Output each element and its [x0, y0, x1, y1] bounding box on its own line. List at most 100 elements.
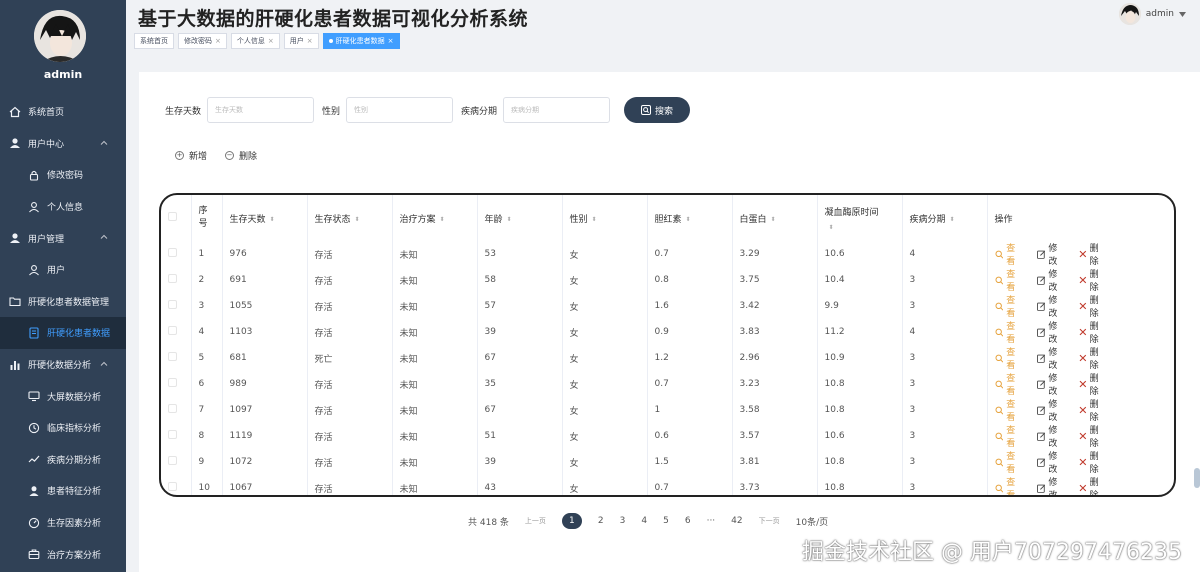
- sort-icon[interactable]: ⬍: [592, 216, 597, 223]
- delete-button[interactable]: 删除: [1079, 371, 1107, 397]
- sidebar-item[interactable]: 疾病分期分析: [0, 444, 126, 476]
- tag-item[interactable]: 用户 ×: [283, 33, 319, 49]
- delete-button[interactable]: 删除: [1079, 345, 1107, 371]
- survival-days-input[interactable]: 生存天数: [207, 97, 315, 123]
- select-all-checkbox[interactable]: [168, 212, 177, 221]
- header-username[interactable]: admin: [1146, 9, 1174, 19]
- sidebar-item[interactable]: 肝硬化患者数据: [0, 317, 126, 349]
- row-checkbox[interactable]: [168, 404, 177, 413]
- delete-button[interactable]: 删除: [1079, 475, 1107, 495]
- add-button[interactable]: + 新增: [175, 149, 207, 162]
- sidebar-item[interactable]: 系统首页: [0, 96, 126, 128]
- column-header[interactable]: 治疗方案 ⬍: [392, 195, 478, 241]
- column-header[interactable]: 胆红素 ⬍: [647, 195, 733, 241]
- row-checkbox[interactable]: [168, 482, 177, 491]
- page-number[interactable]: 6: [685, 516, 691, 526]
- column-header[interactable]: 性别 ⬍: [562, 195, 648, 241]
- view-button[interactable]: 查看: [994, 241, 1024, 267]
- sidebar-item[interactable]: 肝硬化数据分析: [0, 349, 126, 381]
- delete-button[interactable]: 删除: [1079, 449, 1107, 475]
- sort-icon[interactable]: ⬍: [950, 216, 955, 223]
- delete-button[interactable]: 删除: [1079, 267, 1107, 293]
- row-checkbox[interactable]: [168, 378, 177, 387]
- edit-button[interactable]: 修改: [1036, 241, 1066, 267]
- column-header[interactable]: 凝血酶原时间 ⬍: [817, 195, 903, 241]
- close-icon[interactable]: ×: [307, 34, 313, 48]
- tag-item[interactable]: 系统首页: [134, 33, 174, 49]
- delete-button[interactable]: 删除: [1079, 293, 1107, 319]
- delete-button[interactable]: 删除: [1079, 319, 1107, 345]
- sidebar-item[interactable]: 用户: [0, 254, 126, 286]
- column-header[interactable]: 疾病分期 ⬍: [902, 195, 988, 241]
- tag-item[interactable]: 修改密码 ×: [178, 33, 227, 49]
- sidebar-item[interactable]: 个人信息: [0, 191, 126, 223]
- page-number[interactable]: 5: [663, 516, 669, 526]
- sort-icon[interactable]: ⬍: [686, 216, 691, 223]
- close-icon[interactable]: ×: [268, 34, 274, 48]
- search-button[interactable]: 搜索: [624, 97, 691, 123]
- sidebar-item[interactable]: 治疗方案分析: [0, 538, 126, 570]
- view-button[interactable]: 查看: [994, 267, 1024, 293]
- view-button[interactable]: 查看: [994, 319, 1024, 345]
- gender-input[interactable]: 性别: [346, 97, 454, 123]
- delete-button[interactable]: 删除: [1079, 241, 1107, 267]
- sort-icon[interactable]: ⬍: [507, 216, 512, 223]
- edit-button[interactable]: 修改: [1036, 319, 1066, 345]
- row-checkbox[interactable]: [168, 248, 177, 257]
- row-checkbox[interactable]: [168, 326, 177, 335]
- row-checkbox[interactable]: [168, 430, 177, 439]
- sidebar-item[interactable]: 用户管理: [0, 222, 126, 254]
- sort-icon[interactable]: ⬍: [355, 216, 360, 223]
- page-size-select[interactable]: 10条/页: [796, 515, 829, 528]
- sidebar-item[interactable]: 修改密码: [0, 159, 126, 191]
- column-header[interactable]: 生存天数 ⬍: [222, 195, 308, 241]
- column-header[interactable]: 白蛋白 ⬍: [732, 195, 818, 241]
- edit-button[interactable]: 修改: [1036, 267, 1066, 293]
- view-button[interactable]: 查看: [994, 475, 1024, 495]
- header-avatar[interactable]: [1118, 3, 1141, 25]
- edit-button[interactable]: 修改: [1036, 345, 1066, 371]
- sidebar-item[interactable]: 生存因素分析: [0, 507, 126, 539]
- delete-button[interactable]: 删除: [1079, 423, 1107, 449]
- next-page-button[interactable]: 下一页: [759, 516, 780, 526]
- view-button[interactable]: 查看: [994, 423, 1024, 449]
- caret-down-icon[interactable]: [1179, 11, 1186, 17]
- row-checkbox[interactable]: [168, 352, 177, 361]
- edit-button[interactable]: 修改: [1036, 423, 1066, 449]
- sidebar-avatar[interactable]: [34, 10, 86, 62]
- page-number[interactable]: 42: [731, 516, 742, 526]
- page-number-current[interactable]: 1: [561, 513, 582, 529]
- page-number[interactable]: 4: [641, 516, 647, 526]
- edit-button[interactable]: 修改: [1036, 293, 1066, 319]
- delete-button[interactable]: 删除: [1079, 397, 1107, 423]
- sort-icon[interactable]: ⬍: [440, 216, 445, 223]
- sidebar-item[interactable]: 临床指标分析: [0, 412, 126, 444]
- sort-icon[interactable]: ⬍: [771, 216, 776, 223]
- tag-item[interactable]: 个人信息 ×: [230, 33, 280, 49]
- view-button[interactable]: 查看: [994, 345, 1024, 371]
- sort-icon[interactable]: ⬍: [270, 216, 275, 223]
- column-header[interactable]: 生存状态 ⬍: [307, 195, 393, 241]
- row-checkbox[interactable]: [168, 456, 177, 465]
- view-button[interactable]: 查看: [994, 449, 1024, 475]
- view-button[interactable]: 查看: [994, 293, 1024, 319]
- sort-icon[interactable]: ⬍: [829, 224, 834, 231]
- page-number[interactable]: 3: [620, 516, 626, 526]
- close-icon[interactable]: ×: [388, 34, 394, 48]
- sidebar-item[interactable]: 肝硬化患者数据管理: [0, 286, 126, 318]
- header-user[interactable]: admin: [1118, 3, 1186, 25]
- edit-button[interactable]: 修改: [1036, 371, 1066, 397]
- edit-button[interactable]: 修改: [1036, 449, 1066, 475]
- scrollbar-thumb[interactable]: [1194, 468, 1200, 488]
- prev-page-button[interactable]: 上一页: [525, 516, 546, 526]
- column-header[interactable]: 年龄 ⬍: [477, 195, 563, 241]
- sidebar-item[interactable]: 大屏数据分析: [0, 380, 126, 412]
- row-checkbox[interactable]: [168, 274, 177, 283]
- page-number[interactable]: 2: [598, 516, 604, 526]
- disease-stage-input[interactable]: 疾病分期: [503, 97, 611, 123]
- close-icon[interactable]: ×: [215, 34, 221, 48]
- edit-button[interactable]: 修改: [1036, 397, 1066, 423]
- sidebar-item[interactable]: 用户中心: [0, 128, 126, 160]
- tag-item[interactable]: 肝硬化患者数据 ×: [322, 33, 400, 49]
- edit-button[interactable]: 修改: [1036, 475, 1066, 495]
